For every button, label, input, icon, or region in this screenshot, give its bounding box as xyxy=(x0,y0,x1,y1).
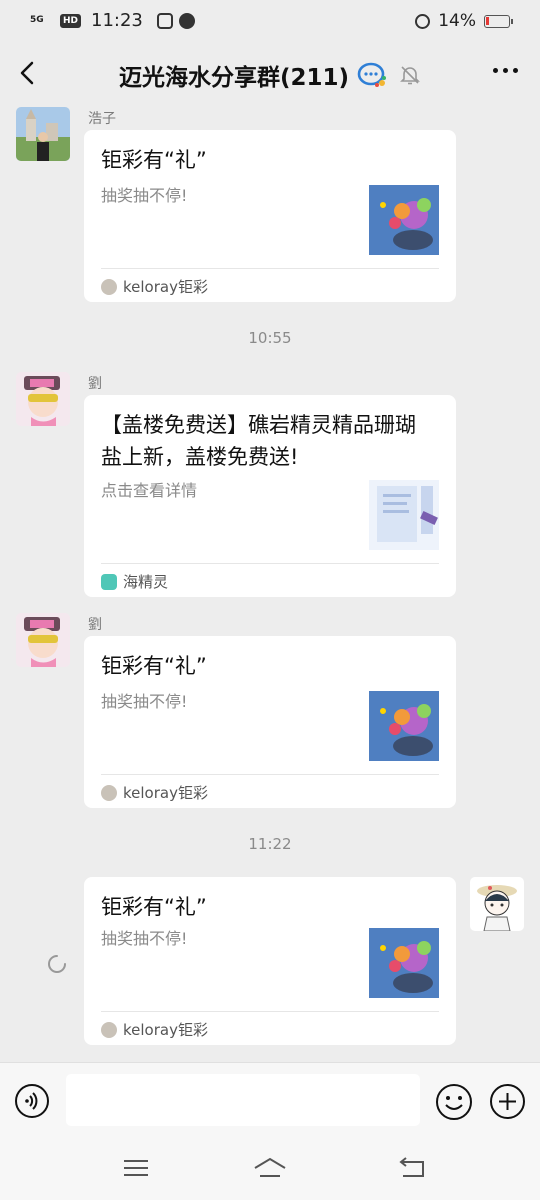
group-title: 迈光海水分享群(211) xyxy=(118,65,350,91)
source-logo-icon xyxy=(101,573,117,590)
more-icon[interactable] xyxy=(493,68,518,73)
shared-card[interactable]: 钜彩有“礼” 抽奖抽不停! keloray钜彩 xyxy=(84,877,456,1045)
card-description: 点击查看详情 xyxy=(101,481,198,500)
card-title: 【盖楼免费送】礁岩精灵精品珊瑚盐上新，盖楼免费送! xyxy=(101,413,416,469)
voice-icon[interactable] xyxy=(14,1083,50,1119)
avatar[interactable] xyxy=(16,613,70,667)
card-title: 钜彩有“礼” xyxy=(101,895,207,919)
group-chat-icon[interactable] xyxy=(357,62,387,88)
avatar[interactable] xyxy=(16,107,70,161)
card-description: 抽奖抽不停! xyxy=(101,186,188,205)
plus-icon[interactable] xyxy=(489,1083,526,1120)
card-divider xyxy=(101,563,439,564)
avatar[interactable] xyxy=(16,372,70,426)
chat-message-list[interactable]: 浩子 钜彩有“礼” 抽奖抽不停! keloray钜彩 10:55 劉 【盖楼免费… xyxy=(0,102,540,1060)
timestamp: 11:22 xyxy=(248,835,292,853)
back-nav-icon[interactable] xyxy=(397,1154,427,1182)
source-logo-icon xyxy=(101,1021,117,1038)
card-divider xyxy=(101,774,439,775)
my-avatar[interactable] xyxy=(470,877,524,931)
menu-icon[interactable] xyxy=(122,1156,150,1180)
card-divider xyxy=(101,268,439,269)
alarm-icon xyxy=(415,13,431,29)
home-icon[interactable] xyxy=(252,1154,288,1182)
source-name: keloray钜彩 xyxy=(123,278,208,296)
system-navigation-bar xyxy=(0,1138,540,1200)
sender-name: 劉 xyxy=(88,376,102,392)
source-logo-icon xyxy=(101,278,117,295)
card-divider xyxy=(101,1011,439,1012)
message-input[interactable] xyxy=(66,1074,420,1126)
card-title: 钜彩有“礼” xyxy=(101,148,207,172)
shared-card[interactable]: 【盖楼免费送】礁岩精灵精品珊瑚盐上新，盖楼免费送! 点击查看详情 海精灵 xyxy=(84,395,456,597)
status-bar: 5G HD 11:23 14% xyxy=(0,0,540,42)
source-name: 海精灵 xyxy=(123,573,169,591)
loading-spinner-icon xyxy=(48,955,66,973)
card-description: 抽奖抽不停! xyxy=(101,692,188,711)
battery-percent: 14% xyxy=(438,11,476,31)
card-thumbnail xyxy=(369,480,439,550)
card-title: 钜彩有“礼” xyxy=(101,654,207,678)
sender-name: 劉 xyxy=(88,617,102,633)
card-source: 海精灵 xyxy=(101,571,168,592)
source-name: keloray钜彩 xyxy=(123,1021,208,1039)
media-notification-icon xyxy=(178,12,195,29)
source-name: keloray钜彩 xyxy=(123,784,208,802)
card-thumbnail xyxy=(369,928,439,998)
sender-name: 浩子 xyxy=(88,111,116,127)
source-logo-icon xyxy=(101,784,117,801)
mute-bell-icon xyxy=(400,66,420,85)
card-description: 抽奖抽不停! xyxy=(101,929,188,948)
battery-icon xyxy=(484,14,513,28)
card-source: keloray钜彩 xyxy=(101,1019,208,1040)
shared-card[interactable]: 钜彩有“礼” 抽奖抽不停! keloray钜彩 xyxy=(84,636,456,808)
emoji-icon[interactable] xyxy=(435,1083,473,1121)
card-source: keloray钜彩 xyxy=(101,276,208,297)
signal-indicator: 5G xyxy=(30,15,44,25)
hd-badge: HD xyxy=(60,13,82,28)
input-bar xyxy=(0,1062,540,1138)
app-notification-icon xyxy=(156,12,173,29)
timestamp: 10:55 xyxy=(248,329,292,347)
shared-card[interactable]: 钜彩有“礼” 抽奖抽不停! keloray钜彩 xyxy=(84,130,456,302)
card-thumbnail xyxy=(369,691,439,761)
card-thumbnail xyxy=(369,185,439,255)
card-source: keloray钜彩 xyxy=(101,782,208,803)
status-time: 11:23 xyxy=(91,10,143,31)
chat-header: 迈光海水分享群(211) xyxy=(0,46,540,102)
